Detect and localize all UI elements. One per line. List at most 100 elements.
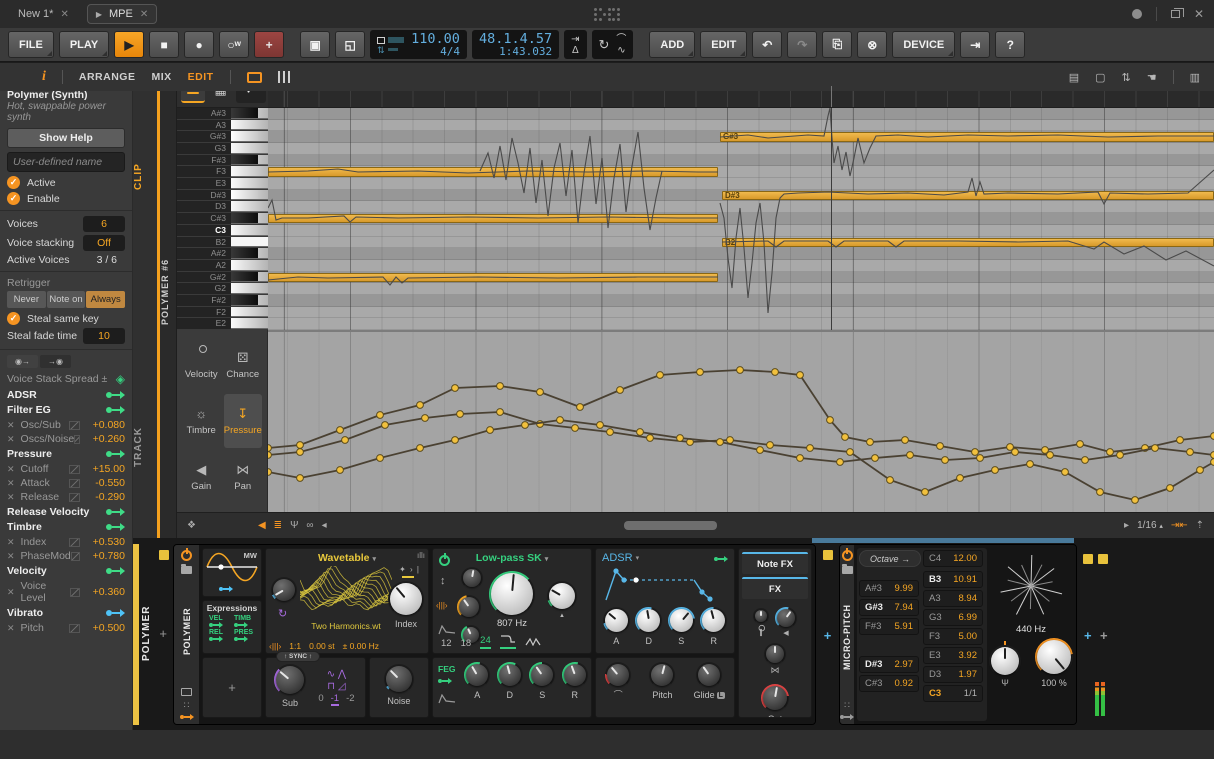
remove-icon[interactable]: ✕ <box>7 551 15 562</box>
scrollbar-thumb[interactable] <box>624 521 718 530</box>
punch-button[interactable]: ▣ <box>300 31 330 58</box>
checkbox-icon[interactable]: ✓ <box>7 312 20 325</box>
white-key[interactable] <box>231 283 268 294</box>
mod-source-icon[interactable] <box>209 636 223 642</box>
device-polymer[interactable]: POLYMER∷MWExpressionsVELTIMBRELPRESWavet… <box>173 544 816 725</box>
key-row[interactable]: F#3 <box>177 155 268 167</box>
volume-mod-knob[interactable]: ◀ <box>775 607 797 637</box>
mod-curve-icon[interactable] <box>69 479 80 488</box>
device-micro-pitch[interactable]: MICRO-PITCH∷Octave →C412.00B310.91A38.94… <box>839 544 1077 725</box>
osc-ratio[interactable]: 1:1 <box>289 641 301 651</box>
feg-knob-s[interactable]: S <box>529 662 555 717</box>
checkbox-icon[interactable]: ✓ <box>7 192 20 205</box>
tuning-cell-c3[interactable]: C31/1 <box>923 685 983 702</box>
pan-knob[interactable]: ⋈ <box>739 643 811 676</box>
expression-tab-gain[interactable]: ◀Gain <box>182 451 221 504</box>
amp-env-header[interactable]: ADSR▾ <box>596 549 734 564</box>
position-beats[interactable]: 48.1.4.57 <box>479 32 552 46</box>
mod-source-icon[interactable] <box>106 508 125 516</box>
key-row[interactable]: E3 <box>177 178 268 190</box>
white-key[interactable] <box>231 260 268 271</box>
key-row[interactable]: C#3 <box>177 213 268 225</box>
black-key[interactable] <box>231 108 268 119</box>
tuning-value[interactable]: 10.91 <box>953 574 977 585</box>
key-row[interactable]: A2 <box>177 260 268 272</box>
io-routing-icon[interactable]: ⇅ <box>1122 71 1131 84</box>
wavetable-panel[interactable]: Wavetable▾ıllı↻Two Harmonics.wt✦ › |Inde… <box>265 548 429 654</box>
close-icon[interactable]: ✕ <box>140 9 148 20</box>
tempo-value[interactable]: 110.00 <box>411 32 460 46</box>
mod-curve-icon[interactable] <box>70 588 80 597</box>
key-row[interactable]: D3 <box>177 201 268 213</box>
white-key[interactable] <box>231 318 268 329</box>
sub-octave-option[interactable]: -1 <box>331 693 339 706</box>
key-row[interactable]: A#2 <box>177 248 268 260</box>
mod-tab[interactable]: →◉ <box>40 355 71 368</box>
black-key[interactable] <box>231 295 268 306</box>
expression-slot[interactable]: PRES <box>234 629 255 642</box>
fade-value[interactable]: 10 <box>83 328 125 344</box>
remove-icon[interactable]: ✕ <box>7 420 15 431</box>
mod-target-row[interactable]: ✕Voice Level+0.360 <box>7 580 125 604</box>
tuning-cell-e3[interactable]: E33.92 <box>923 647 983 664</box>
power-icon[interactable] <box>181 550 192 561</box>
reference-freq-knob[interactable]: Ψ <box>989 645 1021 688</box>
reference-freq-label[interactable]: 440 Hz <box>1016 624 1046 635</box>
remove-icon[interactable]: ✕ <box>7 434 15 445</box>
remove-icon[interactable]: ✕ <box>7 492 15 503</box>
mod-curve-icon[interactable] <box>69 624 80 633</box>
fold-icon[interactable]: ⇡ <box>1196 520 1204 531</box>
noise-panel[interactable]: Noise <box>369 657 429 718</box>
horizontal-scrollbar[interactable] <box>335 521 1116 530</box>
multi-panel-layout-icon[interactable] <box>278 71 291 83</box>
white-key[interactable] <box>231 166 268 177</box>
fork-icon[interactable]: Ψ <box>290 520 298 531</box>
panel-resize-strip[interactable] <box>812 538 1074 543</box>
insert-device-button[interactable]: + <box>1084 628 1092 643</box>
expression-tab-velocity[interactable]: Velocity <box>182 338 221 391</box>
tuning-cell-b3[interactable]: B310.91 <box>923 571 983 588</box>
touch-icon[interactable]: ☚ <box>1147 71 1157 84</box>
expression-tab-timbre[interactable]: ☼Timbre <box>182 394 221 447</box>
focus-device-button[interactable]: ⇥ <box>960 31 990 58</box>
expression-tab-pan[interactable]: ⋈Pan <box>224 451 263 504</box>
tuning-cell-ds3[interactable]: D#32.97 <box>859 656 919 673</box>
preset-folder-icon[interactable] <box>842 566 853 574</box>
device-menu-button[interactable]: DEVICE <box>892 31 955 58</box>
mod-curve-icon[interactable] <box>69 465 80 474</box>
tuning-value[interactable]: 1.97 <box>959 669 978 680</box>
note-grid[interactable]: G#3D#3B2 <box>268 108 1214 330</box>
key-row[interactable]: F2 <box>177 307 268 319</box>
expression-lane[interactable] <box>268 330 1214 512</box>
mod-source-icon[interactable] <box>209 622 223 628</box>
displays-button[interactable]: ◱ <box>335 31 365 58</box>
mod-tab[interactable]: ◉→ <box>7 355 38 368</box>
tuning-value[interactable]: 5.00 <box>959 631 978 642</box>
row-value[interactable]: Off <box>83 235 125 251</box>
fade-in-icon[interactable]: ⌒ <box>616 34 626 45</box>
filter-env-panel[interactable]: FEGADSR <box>432 657 592 718</box>
mod-amount[interactable]: +0.260 <box>85 433 125 445</box>
steal-same-key-row[interactable]: ✓Steal same key <box>7 312 125 325</box>
filter-power-icon[interactable] <box>439 555 450 566</box>
row-value[interactable]: 6 <box>83 216 125 232</box>
cancel-button[interactable]: ⊗ <box>857 31 887 58</box>
add-module-button[interactable]: + <box>203 658 261 717</box>
wt-pitch-knob[interactable] <box>271 577 297 603</box>
mod-target-row[interactable]: ✕Osc/Sub+0.080 <box>7 419 125 431</box>
mod-amount[interactable]: +0.080 <box>85 419 125 431</box>
tuning-cell-d3[interactable]: D31.97 <box>923 666 983 683</box>
browser-icon[interactable]: ▤ <box>1069 71 1079 84</box>
black-key[interactable] <box>231 272 268 283</box>
mod-source-icon[interactable] <box>714 556 728 562</box>
keytrack-icon[interactable]: ‹|||› <box>269 641 281 651</box>
sub-osc-panel[interactable]: Sub∿ ⋀⊓ ◿0-1-2 <box>265 657 366 718</box>
mod-curve-icon[interactable] <box>69 538 80 547</box>
feg-knob-a[interactable]: A <box>464 662 490 717</box>
loop-icon[interactable]: ↻ <box>599 39 610 50</box>
chain-icon[interactable]: ∞ <box>306 520 313 531</box>
pitch-knob[interactable]: Pitch <box>649 662 675 717</box>
key-row[interactable]: C3 <box>177 225 268 237</box>
expression-slot[interactable]: TIMB <box>234 615 255 628</box>
minimize-button[interactable] <box>1132 9 1142 19</box>
